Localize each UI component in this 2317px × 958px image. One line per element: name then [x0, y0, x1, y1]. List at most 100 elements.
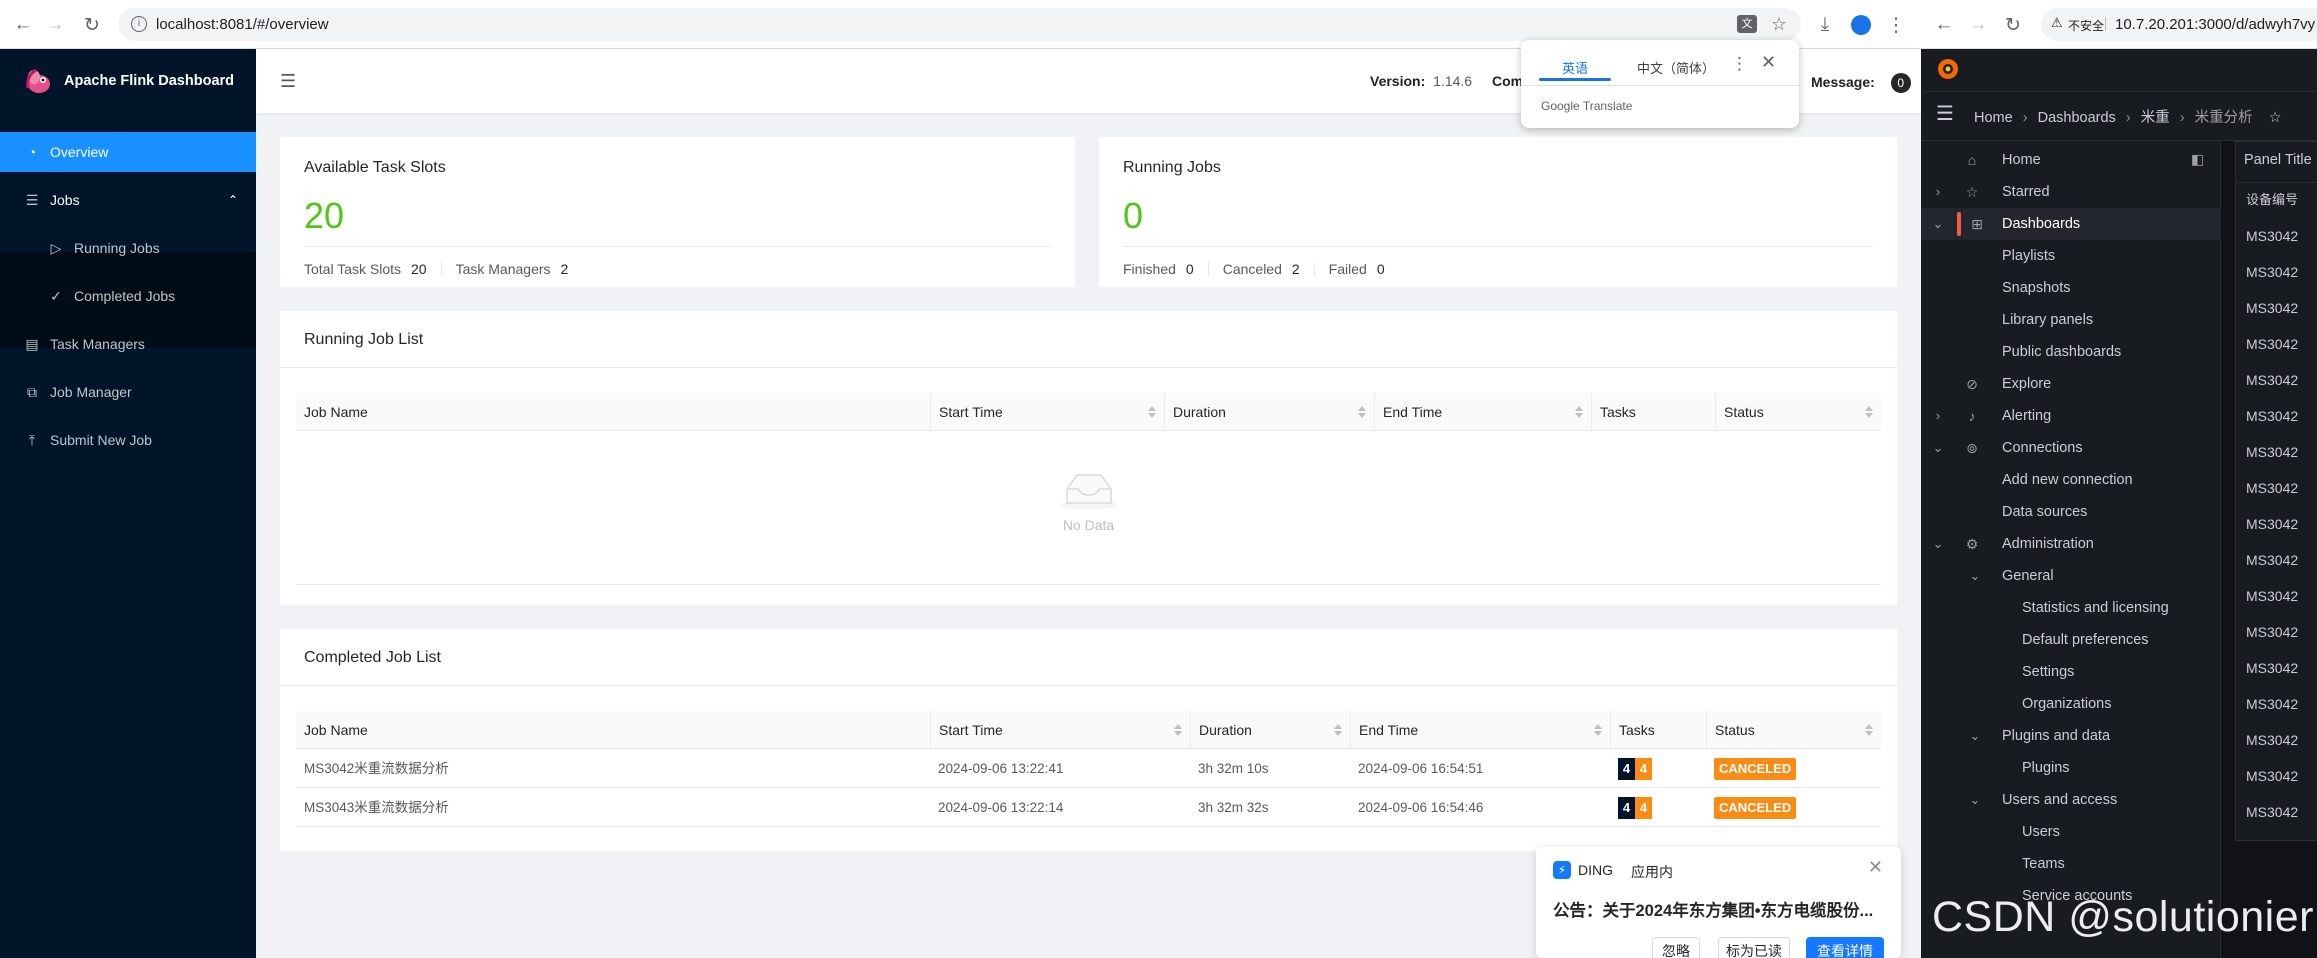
sort-icon[interactable]: [1575, 406, 1583, 418]
breadcrumb-dashboards[interactable]: Dashboards: [2038, 110, 2116, 126]
nav-dashboards[interactable]: ⌄ ⊞ Dashboards: [1921, 208, 2221, 240]
running-jobs-value: 0: [1123, 195, 1144, 236]
col-job-name[interactable]: Job Name: [296, 393, 930, 431]
back-icon[interactable]: ←: [1931, 12, 1957, 38]
nav-organizations[interactable]: Organizations: [1921, 688, 2221, 720]
nav-snapshots[interactable]: Snapshots: [1921, 272, 2221, 304]
nav-default-preferences[interactable]: Default preferences: [1921, 624, 2221, 656]
col-end-time[interactable]: End Time: [1374, 393, 1591, 431]
nav-starred[interactable]: › ☆ Starred: [1921, 176, 2221, 208]
translate-icon[interactable]: 文: [1737, 15, 1757, 33]
sort-icon[interactable]: [1148, 406, 1156, 418]
col-job-name[interactable]: Job Name: [296, 711, 930, 749]
menu-fold-icon[interactable]: ☰: [280, 71, 296, 92]
bell-icon: ♪: [1968, 408, 1976, 424]
col-status[interactable]: Status: [1715, 393, 1881, 431]
grafana-logo-icon[interactable]: [1936, 57, 1960, 81]
forward-icon[interactable]: →: [42, 12, 68, 38]
nav-organizations-label: Organizations: [2022, 696, 2112, 712]
address-bar[interactable]: i localhost:8081/#/overview ☆ 文: [118, 8, 1801, 41]
panel-title[interactable]: Panel Title: [2244, 152, 2312, 168]
sort-icon[interactable]: [1358, 406, 1366, 418]
nav-data-sources[interactable]: Data sources: [1921, 496, 2221, 528]
menu-overview[interactable]: ◔ Overview: [0, 132, 256, 172]
nav-stats-licensing[interactable]: Statistics and licensing: [1921, 592, 2221, 624]
reload-icon[interactable]: ↻: [79, 12, 105, 38]
profile-icon[interactable]: [1848, 12, 1874, 38]
address-bar[interactable]: ⚠ 不安全 10.7.20.201:3000/d/adwyh7vy: [2041, 8, 2317, 41]
mark-read-button[interactable]: 标为已读: [1718, 937, 1790, 958]
chevron-right-icon[interactable]: ›: [1930, 400, 1946, 432]
chevron-down-icon[interactable]: ⌄: [1930, 432, 1946, 464]
reload-icon[interactable]: ↻: [2000, 12, 2026, 38]
sort-icon[interactable]: [1334, 724, 1342, 736]
flink-logo-area[interactable]: Apache Flink Dashboard: [0, 49, 256, 113]
sort-icon[interactable]: [1174, 724, 1182, 736]
forward-icon[interactable]: →: [1965, 12, 1991, 38]
translate-tab-zh[interactable]: 中文（简体）: [1621, 58, 1731, 77]
nav-playlists[interactable]: Playlists: [1921, 240, 2221, 272]
nav-administration[interactable]: ⌄ ⚙ Administration: [1921, 528, 2221, 560]
chevron-down-icon[interactable]: ⌄: [1967, 784, 1983, 816]
menu-toggle-icon[interactable]: ☰: [1936, 101, 1954, 126]
sort-icon[interactable]: [1594, 724, 1602, 736]
col-duration[interactable]: Duration: [1164, 393, 1374, 431]
nav-plugins-and-data[interactable]: ⌄ Plugins and data: [1921, 720, 2221, 752]
warning-icon[interactable]: ⚠: [2051, 15, 2063, 31]
col-start-time[interactable]: Start Time: [930, 711, 1190, 749]
chevron-right-icon[interactable]: ›: [1930, 176, 1946, 208]
browser-menu-icon[interactable]: ⋮: [1883, 12, 1909, 38]
nav-general[interactable]: ⌄ General: [1921, 560, 2221, 592]
menu-jobs[interactable]: ☰ Jobs ⌃: [0, 180, 256, 220]
translate-tab-en[interactable]: 英语: [1539, 58, 1611, 77]
table-row[interactable]: MS3043米重流数据分析 2024-09-06 13:22:14 3h 32m…: [296, 788, 1881, 827]
chevron-down-icon[interactable]: ⌄: [1967, 560, 1983, 592]
menu-submit-new-job[interactable]: ⤒ Submit New Job: [0, 420, 256, 460]
breadcrumb-home[interactable]: Home: [1974, 110, 2013, 126]
bookmark-star-icon[interactable]: ☆: [1771, 14, 1787, 35]
nav-library-panels[interactable]: Library panels: [1921, 304, 2221, 336]
back-icon[interactable]: ←: [10, 12, 36, 38]
ding-message[interactable]: 公告：关于2024年东方集团•东方电缆股份...: [1553, 897, 1873, 921]
chevron-down-icon[interactable]: ⌄: [1930, 528, 1946, 560]
download-icon[interactable]: ⤓: [1812, 12, 1838, 38]
apps-icon: ⊞: [1971, 216, 1983, 232]
nav-settings[interactable]: Settings: [1921, 656, 2221, 688]
menu-completed-jobs[interactable]: ✓ Completed Jobs: [0, 276, 256, 316]
close-icon[interactable]: ✕: [1868, 857, 1883, 878]
chevron-down-icon[interactable]: ⌄: [1967, 720, 1983, 752]
table-panel[interactable]: Panel Title 设备编号 MS3042 MS3042 MS3042 MS304…: [2235, 141, 2317, 841]
close-icon[interactable]: ✕: [1761, 52, 1776, 73]
menu-running-jobs[interactable]: ▷ Running Jobs: [0, 228, 256, 268]
nav-public-dashboards[interactable]: Public dashboards: [1921, 336, 2221, 368]
nav-add-new-connection[interactable]: Add new connection: [1921, 464, 2221, 496]
nav-teams[interactable]: Teams: [1921, 848, 2221, 880]
more-options-icon[interactable]: ⋮: [1731, 54, 1748, 74]
nav-playlists-label: Playlists: [2002, 248, 2056, 264]
nav-plugins[interactable]: Plugins: [1921, 752, 2221, 784]
breadcrumb-folder[interactable]: 米重: [2141, 110, 2170, 126]
column-header[interactable]: 设备编号: [2246, 189, 2298, 208]
message-info[interactable]: Message: 0: [1811, 73, 1911, 93]
col-duration-label: Duration: [1199, 722, 1252, 738]
nav-explore[interactable]: ⊘ Explore: [1921, 368, 2221, 400]
ignore-button[interactable]: 忽略: [1652, 937, 1700, 958]
col-end-time[interactable]: End Time: [1350, 711, 1610, 749]
nav-alerting[interactable]: › ♪ Alerting: [1921, 400, 2221, 432]
nav-users-and-access[interactable]: ⌄ Users and access: [1921, 784, 2221, 816]
site-info-icon[interactable]: i: [131, 16, 147, 32]
view-details-button[interactable]: 查看详情: [1806, 937, 1884, 958]
col-duration[interactable]: Duration: [1190, 711, 1350, 749]
star-icon[interactable]: ☆: [2269, 110, 2282, 126]
menu-task-managers[interactable]: ▤ Task Managers: [0, 324, 256, 364]
col-start-time[interactable]: Start Time: [930, 393, 1164, 431]
nav-users[interactable]: Users: [1921, 816, 2221, 848]
menu-job-manager[interactable]: ⧉ Job Manager: [0, 372, 256, 412]
nav-home[interactable]: ⌂ Home: [1921, 144, 2221, 176]
sort-icon[interactable]: [1865, 406, 1873, 418]
table-row[interactable]: MS3042米重流数据分析 2024-09-06 13:22:41 3h 32m…: [296, 749, 1881, 788]
sort-icon[interactable]: [1865, 724, 1873, 736]
nav-connections[interactable]: ⌄ ⊚ Connections: [1921, 432, 2221, 464]
col-status[interactable]: Status: [1706, 711, 1881, 749]
chevron-down-icon[interactable]: ⌄: [1930, 208, 1946, 240]
